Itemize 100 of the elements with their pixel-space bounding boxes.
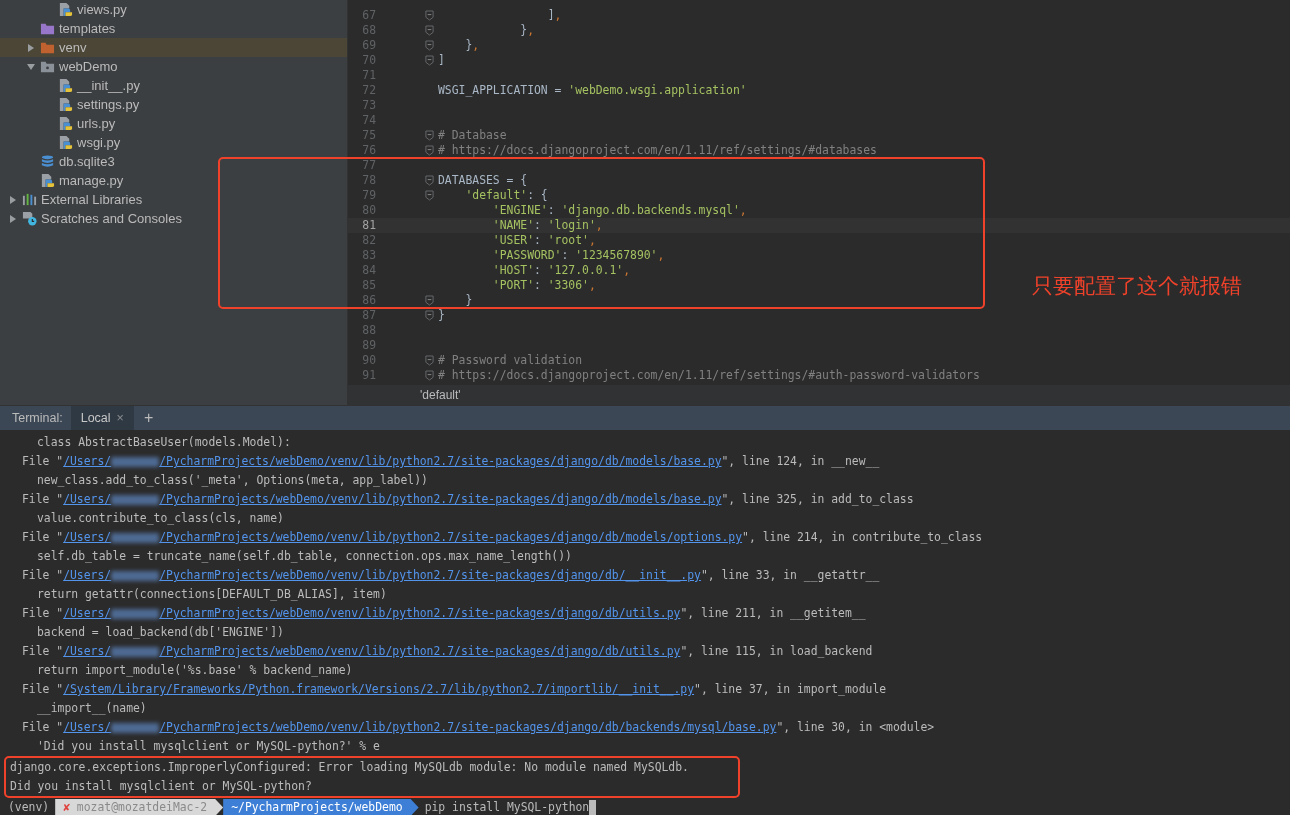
new-tab-button[interactable]: + bbox=[133, 409, 164, 427]
line-number: 76 bbox=[361, 144, 376, 157]
library-icon bbox=[22, 192, 37, 207]
line-number: 69 bbox=[361, 39, 376, 52]
file-link[interactable]: /Users/ /PycharmProjects/webDemo/venv/lib/python2.7/site-packages/django/db/models/options.py bbox=[63, 530, 743, 544]
traceback-line: File "/Users/ /PycharmProjects/webDemo/venv/lib/python2.7/site-packages/django/db/models/base.py", line 325, in add_to_class bbox=[22, 491, 914, 508]
code-line: } bbox=[464, 294, 473, 307]
file-link[interactable]: /Users/ /PycharmProjects/webDemo/venv/lib/python2.7/site-packages/django/db/__init__.py bbox=[63, 568, 701, 582]
prompt-user-segment: ✘ mozat@mozatdeiMac-2 bbox=[55, 799, 224, 815]
tree-item[interactable]: External Libraries bbox=[0, 190, 347, 209]
file-link[interactable]: /System/Library/Frameworks/Python.framework/Versions/2.7/lib/python2.7/importlib/__init__.py bbox=[63, 682, 695, 696]
command-text[interactable]: pip install MySQL-python bbox=[424, 798, 590, 815]
folder-icon bbox=[40, 40, 55, 55]
code-line: WSGI_APPLICATION = 'webDemo.wsgi.application' bbox=[438, 84, 747, 97]
terminal-line: 'Did you install mysqlclient or MySQL-python?' % e bbox=[37, 738, 380, 755]
terminal-line: class AbstractBaseUser(models.Model): bbox=[37, 434, 291, 451]
code-line: ] bbox=[438, 54, 445, 67]
tree-item[interactable]: settings.py bbox=[0, 95, 347, 114]
fold-marker-icon[interactable] bbox=[425, 355, 434, 366]
line-number: 74 bbox=[361, 114, 376, 127]
tree-item[interactable]: urls.py bbox=[0, 114, 347, 133]
code-line: }, bbox=[519, 24, 534, 37]
file-link[interactable]: /Users/ /PycharmProjects/webDemo/venv/lib/python2.7/site-packages/django/db/backends/mysql/base.py bbox=[63, 720, 777, 734]
line-number: 91 bbox=[361, 369, 376, 382]
breadcrumb[interactable]: 'default' bbox=[420, 388, 461, 402]
tree-item[interactable]: wsgi.py bbox=[0, 133, 347, 152]
file-link[interactable]: /Users/ /PycharmProjects/webDemo/venv/lib/python2.7/site-packages/django/db/models/base.py bbox=[63, 454, 722, 468]
line-number: 90 bbox=[361, 354, 376, 367]
python-file-icon bbox=[40, 173, 55, 188]
traceback-line: File "/Users/ /PycharmProjects/webDemo/venv/lib/python2.7/site-packages/django/db/__init__.py", line 33, in __getattr__ bbox=[22, 567, 880, 584]
line-number: 84 bbox=[361, 264, 376, 277]
expand-arrow-icon[interactable] bbox=[26, 42, 36, 53]
terminal-label: Terminal: bbox=[11, 411, 64, 425]
terminal-line: value.contribute_to_class(cls, name) bbox=[37, 510, 284, 527]
code-line: 'PASSWORD': '1234567890', bbox=[491, 249, 665, 262]
terminal-line: backend = load_backend(db['ENGINE']) bbox=[37, 624, 284, 641]
fold-marker-icon[interactable] bbox=[425, 25, 434, 36]
terminal-line: __import__(name) bbox=[37, 700, 147, 717]
expand-arrow-icon[interactable] bbox=[26, 61, 36, 72]
line-number: 78 bbox=[361, 174, 376, 187]
code-line: DATABASES = { bbox=[438, 174, 528, 187]
code-line: 'HOST': '127.0.0.1', bbox=[491, 264, 631, 277]
fold-marker-icon[interactable] bbox=[425, 145, 434, 156]
line-number: 79 bbox=[361, 189, 376, 202]
code-line: 'ENGINE': 'django.db.backends.mysql', bbox=[491, 204, 747, 217]
tree-item[interactable]: webDemo bbox=[0, 57, 347, 76]
tree-item[interactable]: templates bbox=[0, 19, 347, 38]
code-line: # Password validation bbox=[438, 354, 582, 367]
fold-marker-icon[interactable] bbox=[425, 40, 434, 51]
line-number: 86 bbox=[361, 294, 376, 307]
venv-label: (venv) bbox=[8, 799, 50, 815]
expand-arrow-icon[interactable] bbox=[8, 213, 18, 224]
python-file-icon bbox=[58, 97, 73, 112]
traceback-line: File "/Users/ /PycharmProjects/webDemo/venv/lib/python2.7/site-packages/django/db/models/base.py", line 124, in __new__ bbox=[22, 453, 880, 470]
tree-item[interactable]: views.py bbox=[0, 0, 347, 19]
file-link[interactable]: /Users/ /PycharmProjects/webDemo/venv/lib/python2.7/site-packages/django/db/utils.py bbox=[63, 644, 681, 658]
error-line: Did you install mysqlclient or MySQL-python? bbox=[10, 778, 312, 795]
tree-item[interactable]: venv bbox=[0, 38, 347, 57]
python-file-icon bbox=[58, 78, 73, 93]
line-number: 83 bbox=[361, 249, 376, 262]
prompt-path-segment: ~/PycharmProjects/webDemo bbox=[223, 799, 419, 815]
error-line: django.core.exceptions.ImproperlyConfigured: Error loading MySQLdb module: No module named MySQLdb. bbox=[10, 759, 689, 776]
fold-marker-icon[interactable] bbox=[425, 175, 434, 186]
python-file-icon bbox=[58, 135, 73, 150]
fold-marker-icon[interactable] bbox=[425, 295, 434, 306]
tree-item[interactable]: db.sqlite3 bbox=[0, 152, 347, 171]
fold-marker-icon[interactable] bbox=[425, 190, 434, 201]
file-link[interactable]: /Users/ /PycharmProjects/webDemo/venv/lib/python2.7/site-packages/django/db/utils.py bbox=[63, 606, 681, 620]
fold-marker-icon[interactable] bbox=[425, 310, 434, 321]
code-line: ], bbox=[546, 9, 562, 22]
line-number: 82 bbox=[361, 234, 376, 247]
line-number: 72 bbox=[361, 84, 376, 97]
tree-item[interactable]: manage.py bbox=[0, 171, 347, 190]
tree-item[interactable]: Scratches and Consoles bbox=[0, 209, 347, 228]
line-number: 87 bbox=[361, 309, 376, 322]
line-number: 68 bbox=[361, 24, 376, 37]
traceback-line: File "/Users/ /PycharmProjects/webDemo/venv/lib/python2.7/site-packages/django/db/utils.py", line 211, in __getitem__ bbox=[22, 605, 866, 622]
fold-marker-icon[interactable] bbox=[425, 10, 434, 21]
code-line: } bbox=[438, 309, 445, 322]
folder-icon bbox=[40, 21, 55, 36]
fold-marker-icon[interactable] bbox=[425, 55, 434, 66]
python-file-icon bbox=[58, 116, 73, 131]
code-line: # https://docs.djangoproject.com/en/1.11/ref/settings/#databases bbox=[438, 144, 877, 157]
traceback-line: File "/Users/ /PycharmProjects/webDemo/venv/lib/python2.7/site-packages/django/db/utils.py", line 115, in load_backend bbox=[22, 643, 873, 660]
traceback-line: File "/System/Library/Frameworks/Python.framework/Versions/2.7/lib/python2.7/importlib/__init__.py", line 37, in import_module bbox=[22, 681, 887, 698]
close-button[interactable]: × bbox=[116, 411, 124, 425]
fold-marker-icon[interactable] bbox=[425, 130, 434, 141]
line-number: 80 bbox=[361, 204, 376, 217]
code-line: 'NAME': 'login', bbox=[491, 219, 603, 232]
fold-marker-icon[interactable] bbox=[425, 370, 434, 381]
line-number: 89 bbox=[361, 339, 376, 352]
expand-arrow-icon[interactable] bbox=[8, 194, 18, 205]
tree-item[interactable]: __init__.py bbox=[0, 76, 347, 95]
line-number: 88 bbox=[361, 324, 376, 337]
file-link[interactable]: /Users/ /PycharmProjects/webDemo/venv/lib/python2.7/site-packages/django/db/models/base.py bbox=[63, 492, 722, 506]
database-icon bbox=[40, 154, 55, 169]
terminal-tab[interactable]: Local × bbox=[70, 406, 134, 430]
line-number: 73 bbox=[361, 99, 376, 112]
terminal-line: return getattr(connections[DEFAULT_DB_ALIAS], item) bbox=[37, 586, 387, 603]
traceback-line: File "/Users/ /PycharmProjects/webDemo/venv/lib/python2.7/site-packages/django/db/models/options.py", line 214, in contribute_to_class bbox=[22, 529, 983, 546]
